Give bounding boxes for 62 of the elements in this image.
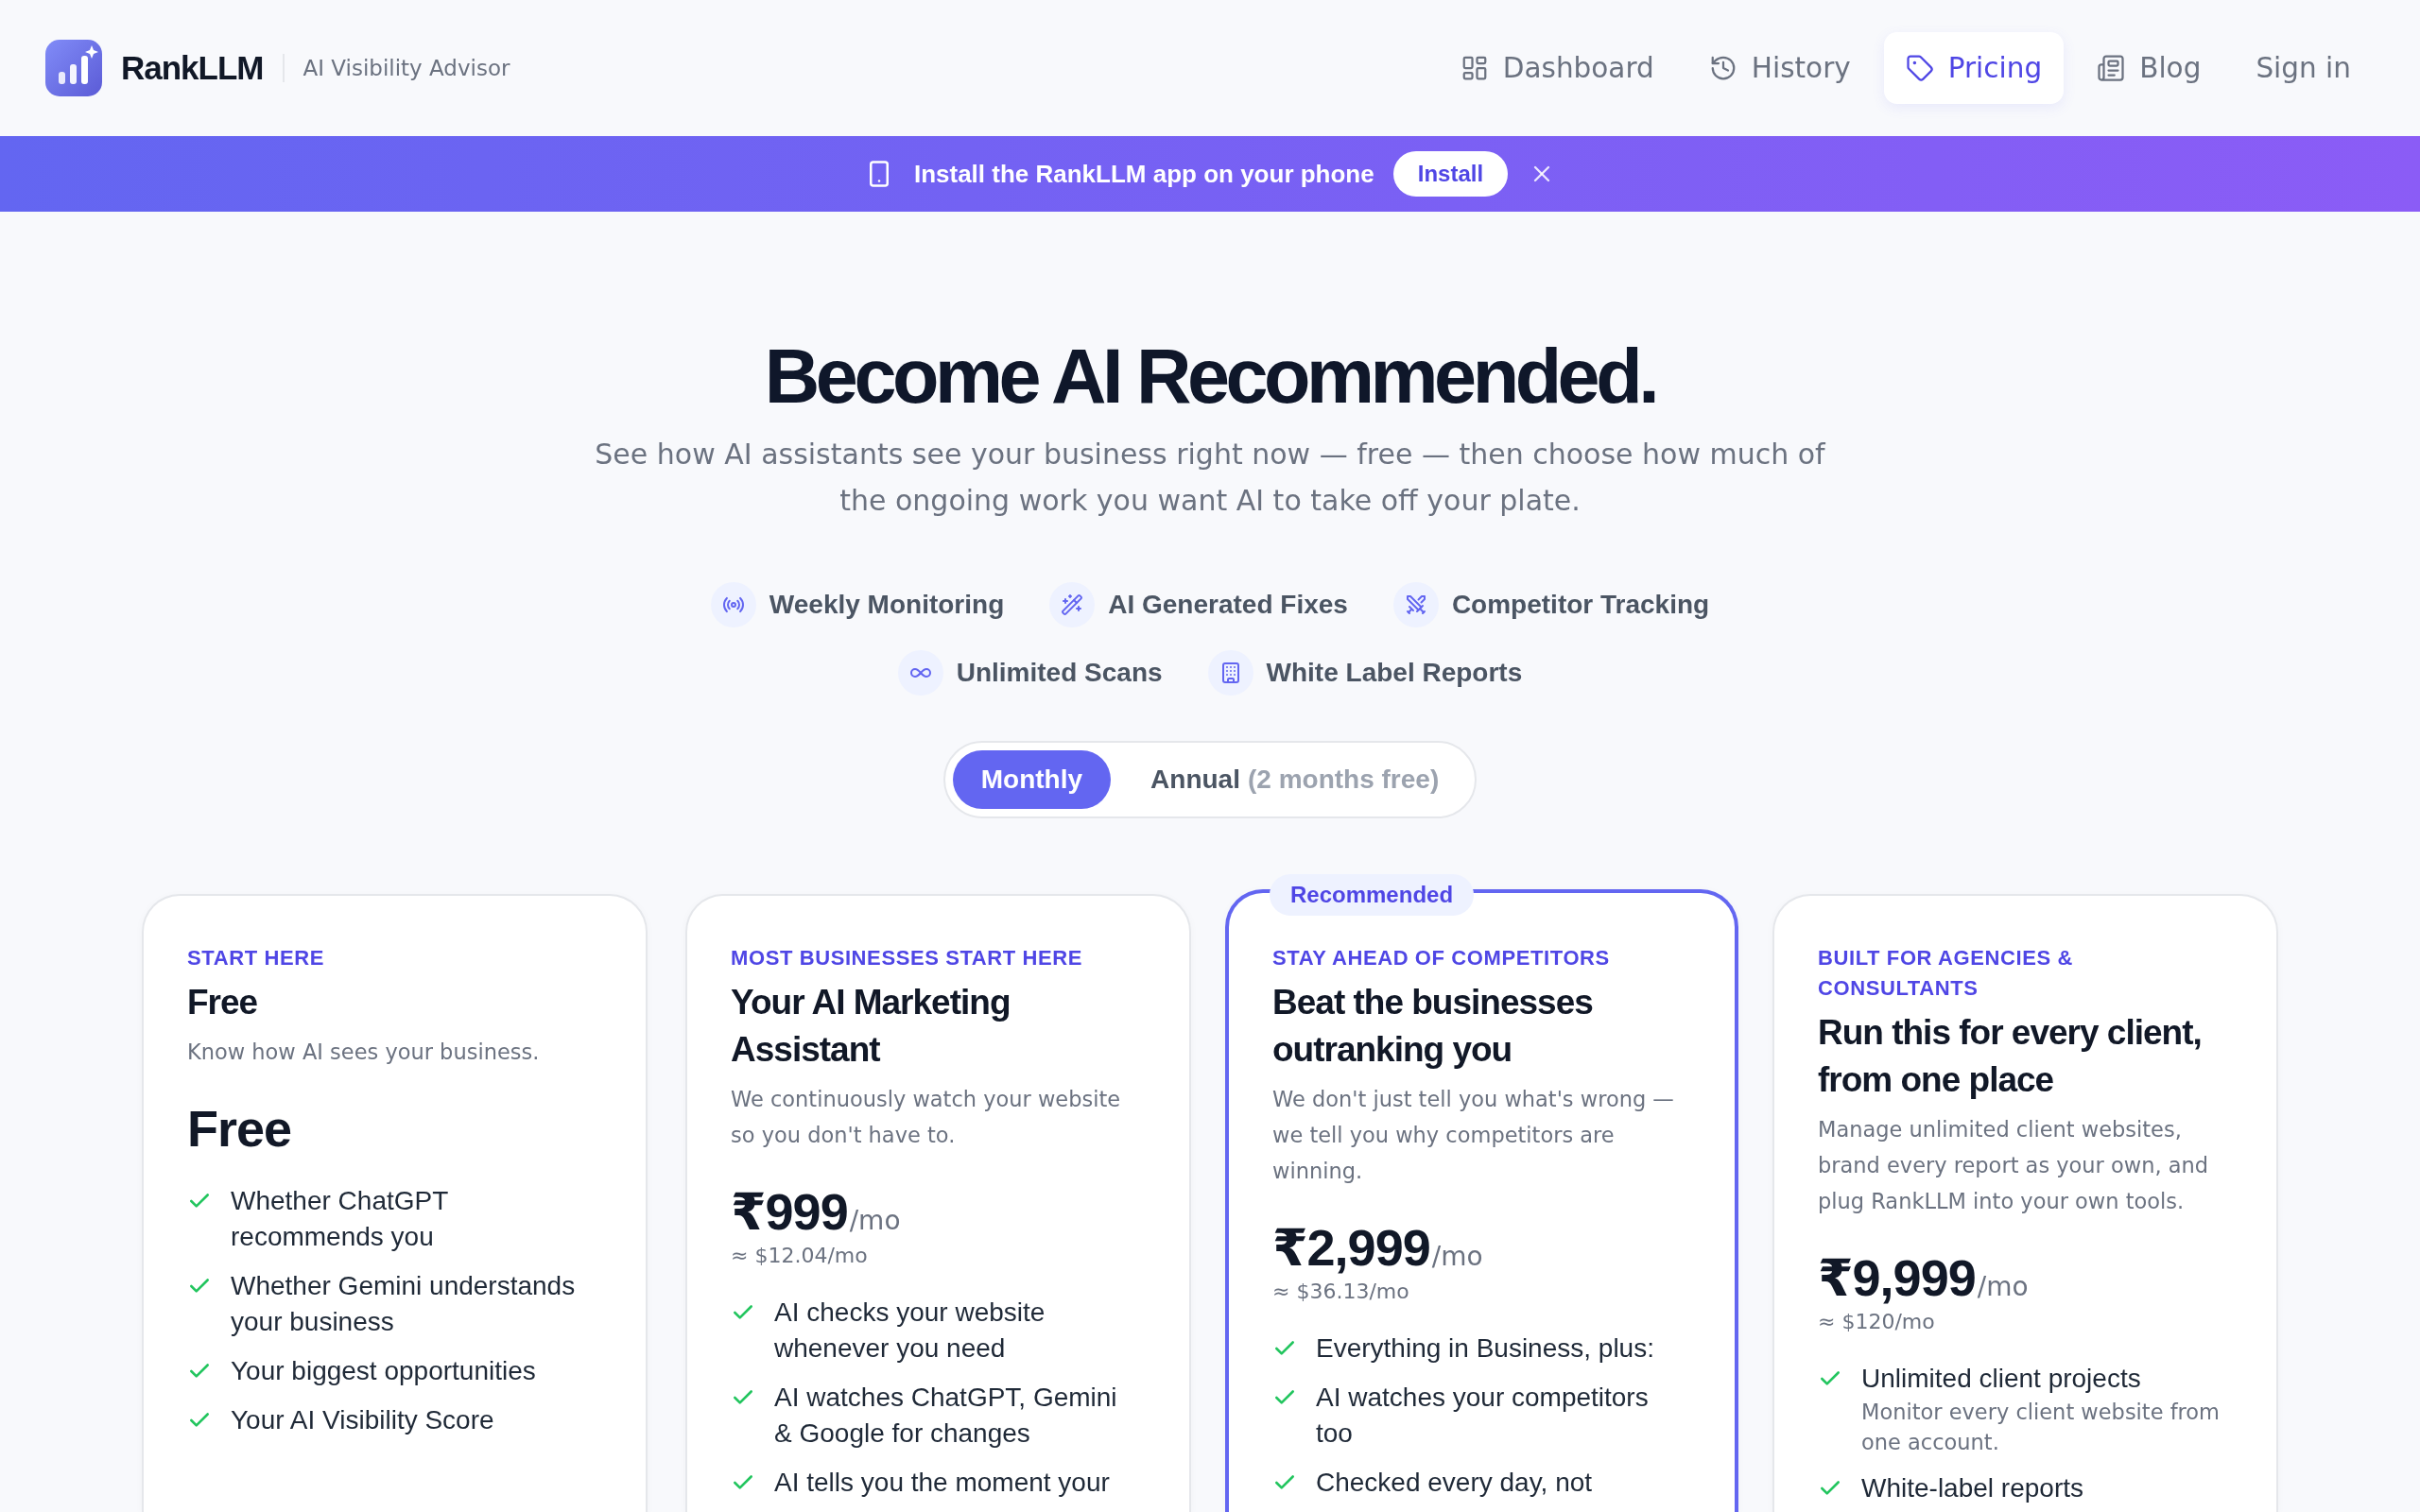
- page-subtitle: See how AI assistants see your business right now — free — then choose how much of the ongoing work you want AI to take off your plate.: [594, 437, 1826, 519]
- price-conversion: ≈ $36.13/mo: [1272, 1279, 1410, 1305]
- billing-option[interactable]: Annual (2 months free): [1122, 750, 1468, 809]
- feature-text: Checked every day, not: [1316, 1467, 1593, 1499]
- install-button[interactable]: Install: [1392, 151, 1509, 197]
- highlight-label: Competitor Tracking: [1451, 590, 1710, 620]
- price-amount: ₹2,999: [1272, 1218, 1430, 1278]
- price-period: /mo: [1977, 1271, 2029, 1302]
- price-conversion: ≈ $12.04/mo: [731, 1243, 869, 1269]
- infinity-icon: [897, 650, 943, 696]
- tag-icon: [1905, 54, 1934, 82]
- banner-message: Install the RankLLM app on your phone: [913, 159, 1374, 189]
- plan-title: Run this for every client, from one place: [1818, 1012, 2203, 1101]
- plan-eyebrow: MOST BUSINESSES START HERE: [731, 945, 1084, 971]
- price-amount: ₹9,999: [1818, 1248, 1976, 1308]
- plan-eyebrow: STAY AHEAD OF COMPETITORS: [1272, 945, 1611, 971]
- recommended-badge: Recommended: [1270, 874, 1475, 916]
- brand-name: RankLLM: [121, 49, 264, 87]
- building-icon: [1207, 650, 1253, 696]
- plan-description: Know how AI sees your business.: [187, 1039, 541, 1066]
- feature-text: AI checks your website whenever you need: [774, 1297, 1046, 1365]
- feature-text: Whether ChatGPT recommends you: [231, 1185, 449, 1253]
- plan-eyebrow: START HERE: [187, 945, 325, 971]
- nav-link[interactable]: Sign in: [2234, 32, 2373, 104]
- nav-link[interactable]: Dashboard: [1438, 32, 1676, 104]
- feature-text: Your biggest opportunities: [231, 1355, 536, 1387]
- broadcast-icon: [710, 582, 756, 627]
- price-amount: Free: [187, 1099, 292, 1159]
- feature-text: AI tells you the moment your: [774, 1467, 1110, 1499]
- price-amount: ₹999: [731, 1182, 848, 1242]
- highlight-label: Unlimited Scans: [956, 658, 1163, 688]
- logo-icon: [45, 40, 102, 96]
- nav-link[interactable]: Pricing: [1883, 32, 2065, 104]
- price-period: /mo: [849, 1205, 901, 1236]
- highlight-label: White Label Reports: [1266, 658, 1523, 688]
- plan-description: Manage unlimited client websites, brand every report as your own, and plug RankLLM into your own tools.: [1818, 1116, 2210, 1215]
- feature-text: White-label reports: [1861, 1472, 2083, 1504]
- billing-option[interactable]: Monthly: [952, 750, 1112, 809]
- nav-link[interactable]: Blog: [2075, 32, 2223, 104]
- highlight-label: AI Generated Fixes: [1108, 590, 1348, 620]
- newspaper-icon: [2097, 54, 2126, 82]
- magic-wand-icon: [1049, 582, 1096, 627]
- highlight-label: Weekly Monitoring: [769, 590, 1005, 620]
- plan-title: Your AI Marketing Assistant: [731, 982, 1011, 1071]
- price-conversion: ≈ $120/mo: [1818, 1309, 1936, 1335]
- plan-description: We continuously watch your website so you don't have to.: [731, 1086, 1122, 1149]
- plan-title: Free: [187, 982, 259, 1023]
- feature-text: Whether Gemini understands your business: [231, 1270, 577, 1338]
- price-period: /mo: [1431, 1241, 1483, 1272]
- page-title: Become AI Recommended.: [764, 333, 1656, 421]
- plan-title: Beat the businesses outranking you: [1272, 982, 1594, 1071]
- plan-description: We don't just tell you what's wrong — we tell you why competitors are winning.: [1272, 1086, 1675, 1185]
- feature-text: Everything in Business, plus:: [1316, 1332, 1654, 1365]
- feature-text: AI watches ChatGPT, Gemini & Google for changes: [774, 1382, 1118, 1450]
- feature-text: Your AI Visibility Score: [231, 1404, 494, 1436]
- crossed-swords-icon: [1392, 582, 1439, 627]
- plan-eyebrow: BUILT FOR AGENCIES & CONSULTANTS: [1818, 945, 2074, 1002]
- feature-detail: Monitor every client website from one account.: [1861, 1399, 2221, 1456]
- brand-tagline: AI Visibility Advisor: [302, 56, 510, 80]
- nav-link[interactable]: History: [1686, 32, 1873, 104]
- feature-text: AI watches your competitors too: [1316, 1382, 1650, 1450]
- feature-text: Unlimited client projects: [1861, 1363, 2142, 1395]
